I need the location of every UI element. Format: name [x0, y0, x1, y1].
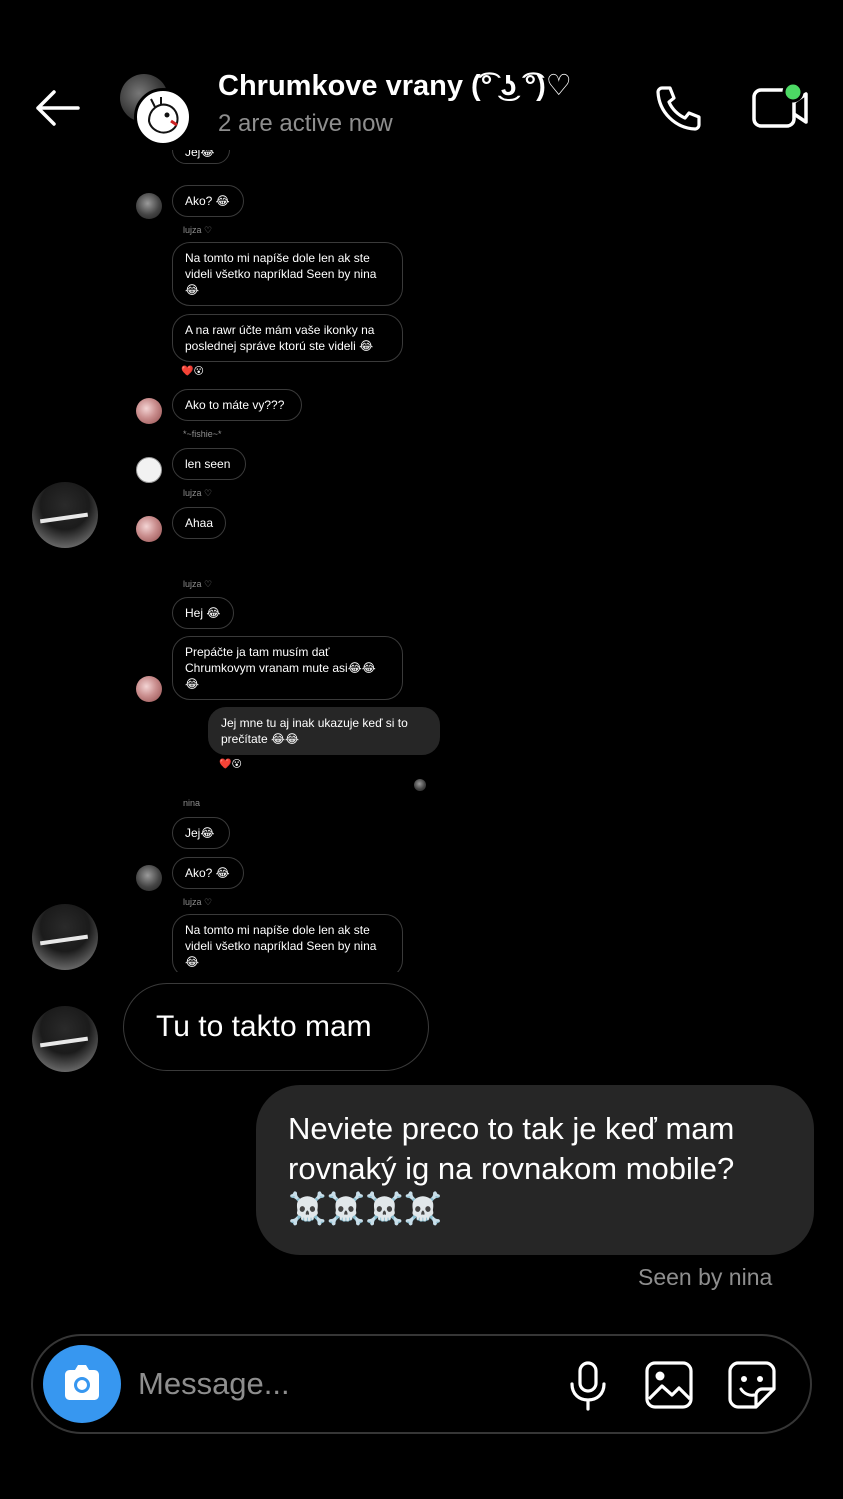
microphone-icon	[570, 1361, 606, 1411]
mini-message: Jej😂	[172, 150, 230, 164]
chat-title[interactable]: Chrumkove vrany (͡° ͜ʖ ͡°)♡	[218, 68, 572, 103]
shared-screenshot[interactable]: Jej😂 Ako? 😂 lujza ♡ Na tomto mi napíše d…	[110, 150, 460, 972]
group-avatar[interactable]	[120, 74, 192, 146]
mini-avatar	[136, 457, 162, 483]
video-call-button[interactable]	[750, 80, 810, 134]
audio-call-button[interactable]	[652, 82, 706, 132]
mini-message: Ahaa	[172, 507, 226, 539]
sticker-button[interactable]	[726, 1359, 778, 1411]
sticker-icon	[728, 1361, 776, 1409]
sender-avatar[interactable]	[32, 904, 98, 970]
message-input[interactable]	[138, 1360, 538, 1408]
sent-message[interactable]: Neviete preco to tak je keď mam rovnaký …	[256, 1085, 814, 1255]
mini-message: Na tomto mi napíše dole len ak ste videl…	[172, 242, 403, 306]
mini-avatar	[136, 398, 162, 424]
camera-icon	[65, 1365, 99, 1400]
voice-message-button[interactable]	[566, 1360, 610, 1412]
mini-avatar	[136, 193, 162, 219]
mini-message: Prepáčte ja tam musím dať Chrumkovym vra…	[172, 636, 403, 700]
image-icon	[645, 1361, 693, 1409]
mini-seen-avatar	[414, 779, 426, 791]
mini-sender-name: *~fishie~*	[183, 429, 222, 439]
mini-reaction: ❤️😮	[214, 757, 247, 773]
gallery-button[interactable]	[644, 1359, 694, 1411]
mini-message: A na rawr účte mám vaše ikonky na posled…	[172, 314, 403, 362]
arrow-left-icon	[36, 90, 80, 126]
active-dot	[782, 81, 804, 103]
mini-avatar	[136, 516, 162, 542]
mini-avatar	[136, 676, 162, 702]
mini-sender-name: lujza ♡	[183, 579, 213, 589]
video-camera-icon	[752, 81, 808, 128]
member-avatar	[134, 88, 192, 146]
mini-sender-name: lujza ♡	[183, 225, 213, 235]
received-message[interactable]: Tu to takto mam	[123, 983, 429, 1071]
mini-message: Ako to máte vy???	[172, 389, 302, 421]
mini-sender-name: lujza ♡	[183, 897, 213, 907]
mini-sender-name: lujza ♡	[183, 488, 213, 498]
sender-avatar[interactable]	[32, 482, 98, 548]
active-status: 2 are active now	[218, 110, 393, 137]
mini-message: len seen	[172, 448, 246, 480]
mini-message: Na tomto mi napíše dole len ak ste videl…	[172, 914, 403, 972]
mini-message: Hej 😂	[172, 597, 234, 629]
sender-avatar[interactable]	[32, 1006, 98, 1072]
mini-message: Jej😂	[172, 817, 230, 849]
seen-status: Seen by nina	[638, 1264, 773, 1290]
mini-message: Jej mne tu aj inak ukazuje keď si to pre…	[208, 707, 440, 755]
camera-button[interactable]	[43, 1345, 121, 1423]
phone-icon	[656, 86, 701, 131]
mini-message: Ako? 😂	[172, 185, 244, 217]
mini-message: Ako? 😂	[172, 857, 244, 889]
back-button[interactable]	[30, 86, 84, 130]
mini-sender-name: nina	[183, 798, 201, 808]
mini-avatar	[136, 865, 162, 891]
mini-reaction: ❤️😮	[176, 364, 209, 380]
